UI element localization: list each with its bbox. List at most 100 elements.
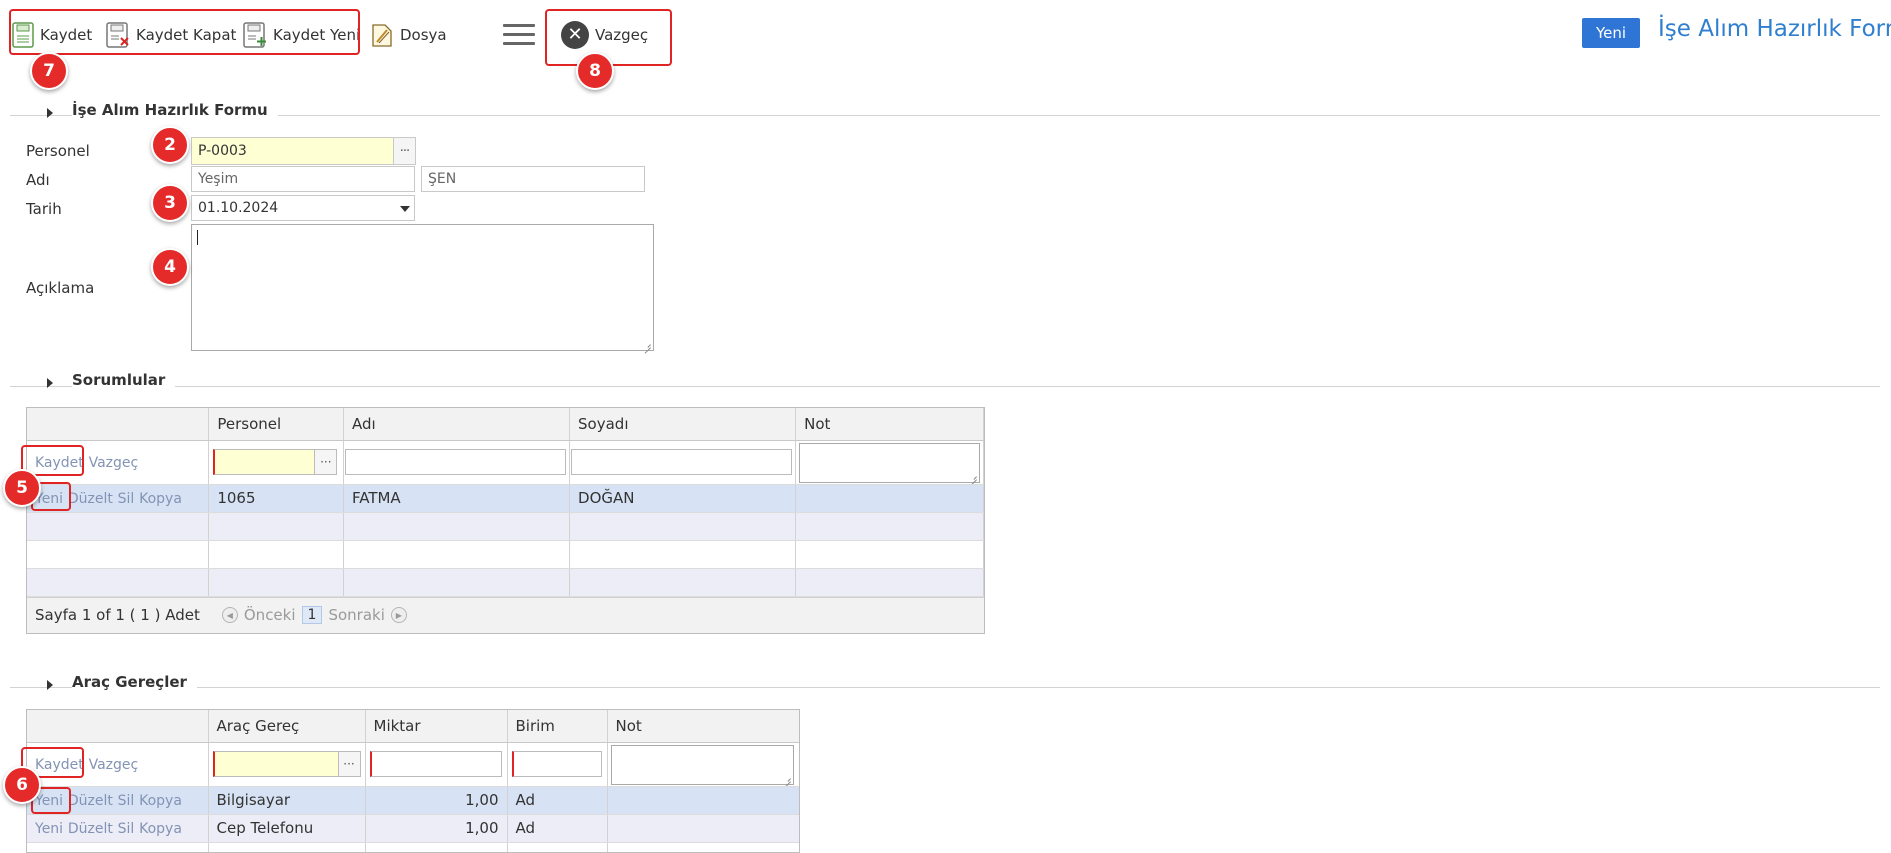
row-new-link[interactable]: Yeni bbox=[35, 793, 63, 809]
column-header-actions bbox=[27, 710, 209, 743]
row-copy-link[interactable]: Kopya bbox=[139, 793, 182, 809]
first-name-field[interactable]: Yeşim bbox=[191, 166, 415, 192]
section-title-responsibles[interactable]: Sorumlular bbox=[72, 371, 176, 389]
column-header-tool[interactable]: Araç Gereç bbox=[208, 710, 366, 743]
save-icon bbox=[12, 22, 34, 48]
cell-note bbox=[795, 484, 984, 513]
last-name-field[interactable]: ŞEN bbox=[421, 166, 645, 192]
close-circle-icon: ✕ bbox=[561, 21, 589, 49]
personnel-input[interactable]: P-0003 bbox=[191, 137, 394, 165]
column-header-surname[interactable]: Soyadı bbox=[569, 408, 797, 441]
badge-7: 7 bbox=[30, 52, 68, 90]
prev-page-icon[interactable]: ◀ bbox=[221, 607, 238, 623]
row-edit-link[interactable]: Düzelt bbox=[68, 821, 113, 837]
next-page-link[interactable]: Sonraki bbox=[328, 606, 384, 624]
section-divider bbox=[10, 115, 1880, 116]
name-cell-input[interactable] bbox=[344, 448, 566, 475]
column-header-unit[interactable]: Birim bbox=[507, 710, 608, 743]
row-copy-link[interactable]: Kopya bbox=[139, 491, 182, 507]
section-title-form[interactable]: İşe Alım Hazırlık Formu bbox=[72, 101, 278, 119]
unit-cell-input[interactable] bbox=[511, 750, 602, 777]
personnel-label: Personel bbox=[26, 142, 90, 160]
edit-cell-tool: ··· bbox=[208, 742, 366, 787]
save-close-button[interactable]: Kaydet Kapat bbox=[106, 14, 236, 56]
edit-cell-personnel: ··· bbox=[208, 440, 344, 485]
edit-cell-surname bbox=[569, 440, 797, 485]
column-header-name[interactable]: Adı bbox=[343, 408, 571, 441]
quantity-cell-input[interactable] bbox=[369, 750, 502, 777]
empty-row bbox=[27, 568, 984, 597]
save-new-button[interactable]: Kaydet Yeni bbox=[243, 14, 360, 56]
note-cell-textarea[interactable] bbox=[610, 744, 794, 785]
note-cell-textarea[interactable] bbox=[799, 442, 981, 483]
chevron-down-icon[interactable] bbox=[400, 206, 410, 212]
resize-handle-icon[interactable] bbox=[968, 471, 978, 481]
description-textarea[interactable] bbox=[191, 224, 654, 351]
collapse-caret-icon[interactable] bbox=[47, 680, 53, 690]
name-label: Adı bbox=[26, 171, 50, 189]
table-row[interactable]: Yeni Düzelt Sil Kopya Cep Telefonu 1,00 … bbox=[27, 814, 799, 843]
column-header-note[interactable]: Not bbox=[795, 408, 984, 441]
row-delete-link[interactable]: Sil bbox=[118, 491, 135, 507]
cell-name: FATMA bbox=[343, 484, 571, 513]
row-delete-link[interactable]: Sil bbox=[118, 793, 135, 809]
cell-personnel: 1065 bbox=[208, 484, 344, 513]
tool-cell-input[interactable] bbox=[212, 750, 339, 777]
cell-quantity: 1,00 bbox=[365, 786, 508, 815]
row-new-link[interactable]: Yeni bbox=[35, 821, 63, 837]
cell-quantity: 1,00 bbox=[365, 814, 508, 843]
file-button[interactable]: Dosya bbox=[370, 14, 447, 56]
edit-cancel-link[interactable]: Vazgeç bbox=[89, 455, 139, 471]
next-page-icon[interactable]: ▶ bbox=[390, 607, 407, 623]
current-page[interactable]: 1 bbox=[301, 606, 323, 624]
edit-cell-quantity bbox=[365, 742, 508, 787]
row-delete-link[interactable]: Sil bbox=[118, 821, 135, 837]
menu-hamburger-icon[interactable] bbox=[503, 24, 535, 48]
cell-tool: Cep Telefonu bbox=[208, 814, 366, 843]
edit-cell-unit bbox=[507, 742, 608, 787]
badge-6: 6 bbox=[3, 766, 41, 804]
save-button-label: Kaydet bbox=[40, 26, 93, 44]
personnel-lookup-button[interactable]: ··· bbox=[315, 448, 338, 475]
resize-handle-icon[interactable] bbox=[782, 773, 792, 783]
edit-save-link[interactable]: Kaydet bbox=[35, 455, 84, 471]
edit-cancel-link[interactable]: Vazgeç bbox=[89, 757, 139, 773]
cell-note bbox=[607, 814, 799, 843]
row-copy-link[interactable]: Kopya bbox=[139, 821, 182, 837]
section-title-tools[interactable]: Araç Gereçler bbox=[72, 673, 197, 691]
column-header-personnel[interactable]: Personel bbox=[208, 408, 344, 441]
row-edit-link[interactable]: Düzelt bbox=[68, 491, 113, 507]
personnel-cell-input[interactable] bbox=[213, 448, 316, 475]
cancel-button[interactable]: ✕ Vazgeç bbox=[561, 14, 648, 56]
badge-5: 5 bbox=[3, 469, 41, 507]
tool-lookup-button[interactable]: ··· bbox=[338, 750, 361, 777]
resize-handle-icon[interactable] bbox=[642, 339, 652, 349]
save-button[interactable]: Kaydet bbox=[12, 14, 92, 56]
column-header-quantity[interactable]: Miktar bbox=[365, 710, 508, 743]
prev-page-link[interactable]: Önceki bbox=[244, 606, 296, 624]
table-row[interactable]: Yeni Düzelt Sil Kopya 1065 FATMA DOĞAN bbox=[27, 484, 984, 513]
file-attach-icon bbox=[370, 22, 394, 48]
surname-cell-input[interactable] bbox=[571, 448, 793, 475]
column-header-note[interactable]: Not bbox=[607, 710, 799, 743]
row-actions: Yeni Düzelt Sil Kopya bbox=[27, 786, 209, 815]
new-record-button[interactable]: Yeni bbox=[1582, 18, 1640, 48]
section-divider bbox=[10, 386, 1880, 387]
save-close-icon bbox=[106, 22, 130, 48]
text-caret bbox=[197, 230, 198, 245]
date-picker[interactable]: 01.10.2024 bbox=[191, 195, 415, 221]
edit-row-actions: Kaydet Vazgeç bbox=[27, 742, 209, 787]
personnel-lookup-button[interactable]: ··· bbox=[394, 137, 416, 165]
pager-summary: Sayfa 1 of 1 ( 1 ) Adet bbox=[35, 606, 200, 624]
edit-cell-note bbox=[607, 742, 799, 787]
save-new-icon bbox=[243, 22, 267, 48]
pager: Sayfa 1 of 1 ( 1 ) Adet ◀ Önceki 1 Sonra… bbox=[27, 596, 984, 633]
save-new-label: Kaydet Yeni bbox=[273, 26, 361, 44]
tools-grid: Araç Gereç Miktar Birim Not Kaydet Vazge… bbox=[26, 709, 800, 853]
collapse-caret-icon[interactable] bbox=[47, 378, 53, 388]
row-actions: Yeni Düzelt Sil Kopya bbox=[27, 484, 210, 513]
row-edit-link[interactable]: Düzelt bbox=[68, 793, 113, 809]
table-row[interactable]: Yeni Düzelt Sil Kopya Bilgisayar 1,00 Ad bbox=[27, 786, 799, 815]
edit-save-link[interactable]: Kaydet bbox=[35, 757, 84, 773]
collapse-caret-icon[interactable] bbox=[47, 108, 53, 118]
